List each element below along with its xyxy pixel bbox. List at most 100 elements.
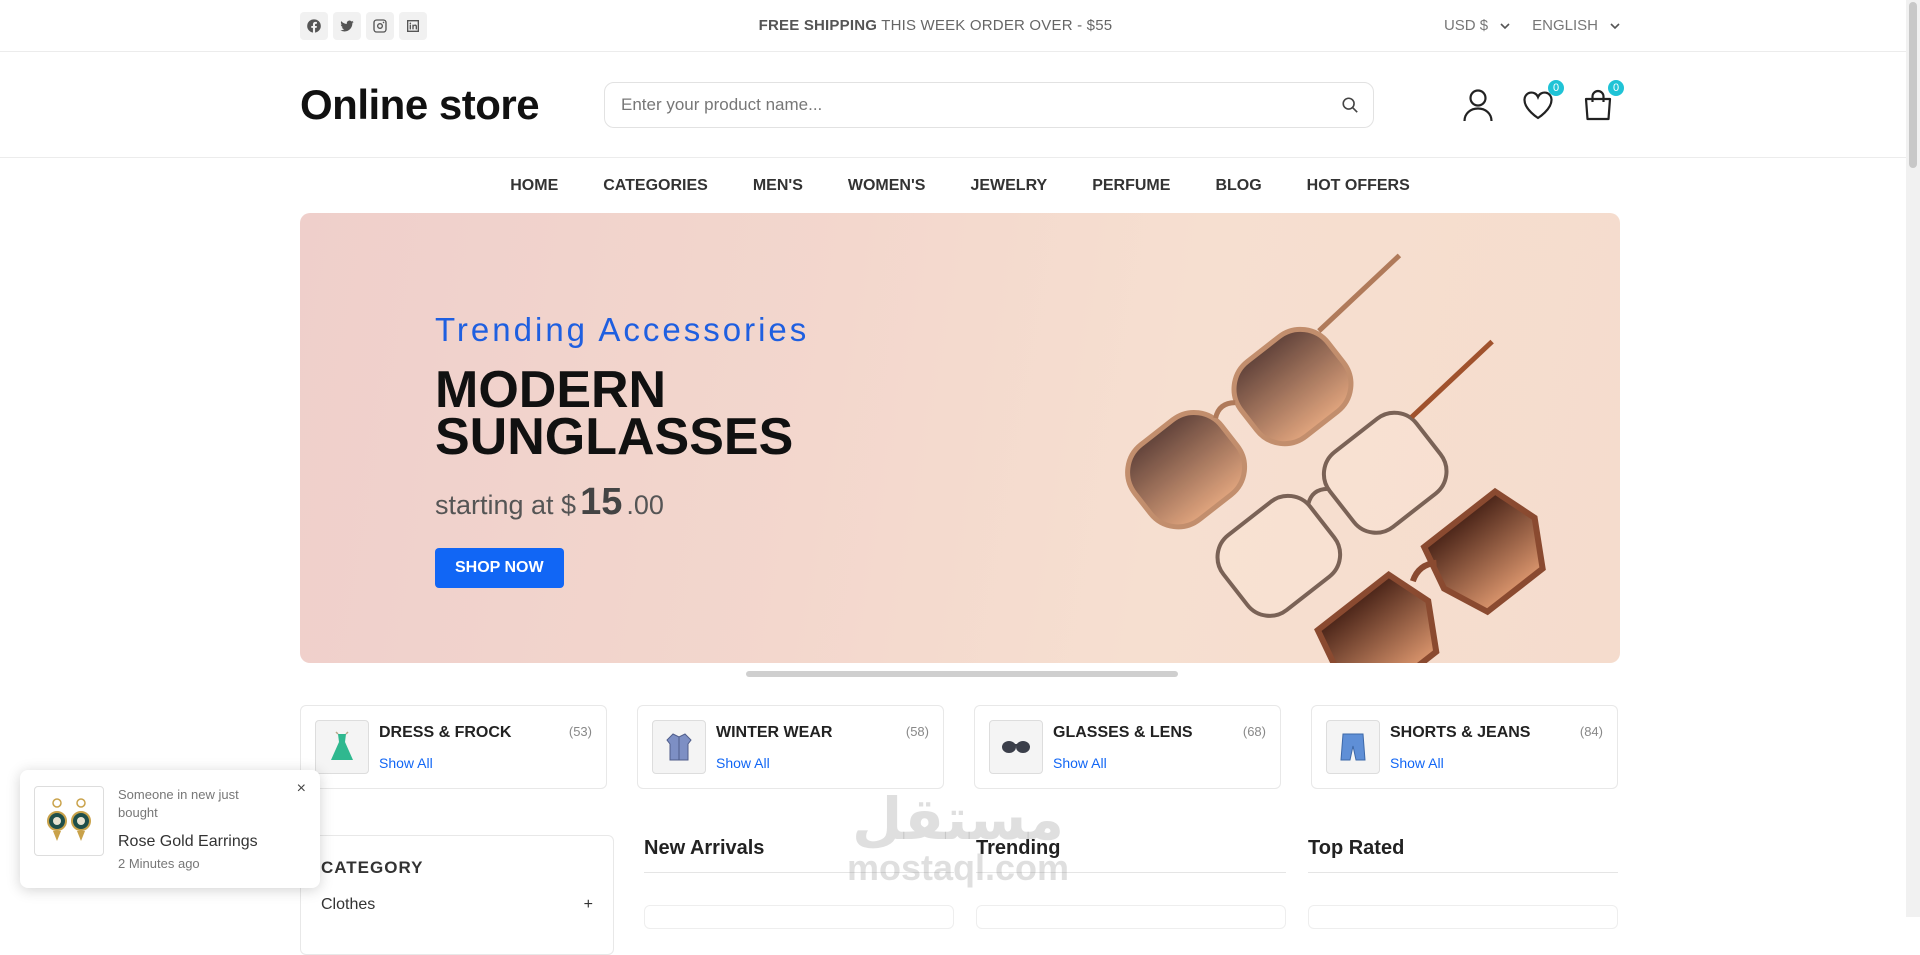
price-prefix: starting at $ — [435, 490, 577, 520]
notification-product[interactable]: Rose Gold Earrings — [118, 833, 268, 851]
column-title: Trending — [976, 837, 1286, 873]
category-count: (68) — [1242, 724, 1266, 739]
banner-content: Trending Accessories MODERN SUNGLASSES s… — [435, 311, 855, 588]
nav-womens[interactable]: WOMEN'S — [848, 177, 926, 195]
instagram-link[interactable] — [366, 11, 394, 40]
language-select[interactable]: ENGLISH — [1532, 17, 1620, 34]
nav-jewelry[interactable]: JEWELRY — [970, 177, 1047, 195]
show-all-link[interactable]: Show All — [716, 755, 929, 771]
currency-select[interactable]: USD $ — [1444, 17, 1510, 34]
price-cents: .00 — [626, 490, 664, 520]
product-card[interactable] — [1308, 905, 1618, 929]
locale-selects: USD $ ENGLISH — [1444, 17, 1620, 34]
shipping-text: THIS WEEK ORDER OVER - $55 — [877, 17, 1113, 34]
column-trending: Trending — [976, 835, 1286, 955]
search-input[interactable] — [619, 93, 1303, 116]
account-button[interactable] — [1462, 88, 1494, 122]
category-cards: DRESS & FROCK Show All (53) WINTER WEAR … — [300, 705, 1620, 789]
cart-count: 0 — [1608, 79, 1624, 96]
category-card[interactable]: WINTER WEAR Show All (58) — [637, 705, 944, 789]
shorts-icon — [1340, 733, 1366, 761]
category-count: (58) — [905, 724, 929, 739]
user-icon — [1463, 88, 1493, 121]
category-name: SHORTS & JEANS — [1390, 723, 1531, 741]
show-all-link[interactable]: Show All — [1053, 755, 1266, 771]
product-section: CATEGORY Clothes + New Arrivals Trending… — [300, 835, 1620, 955]
category-name: WINTER WEAR — [716, 723, 833, 741]
glasses-icon — [1002, 741, 1030, 753]
price-whole: 15 — [580, 481, 623, 523]
sidebar-title: CATEGORY — [321, 858, 424, 877]
linkedin-link[interactable] — [399, 11, 427, 40]
top-bar: FREE SHIPPING THIS WEEK ORDER OVER - $55… — [0, 0, 1920, 52]
nav-hot-offers[interactable]: HOT OFFERS — [1307, 177, 1410, 195]
instagram-icon — [373, 18, 387, 33]
scrollbar-thumb[interactable] — [1909, 2, 1917, 168]
coat-icon — [666, 733, 692, 761]
page-scrollbar[interactable] — [1906, 0, 1920, 917]
sidebar-item-label: Clothes — [321, 896, 376, 913]
site-logo[interactable]: Online store — [300, 81, 604, 129]
category-card[interactable]: GLASSES & LENS Show All (68) — [974, 705, 1281, 789]
hero-banner: Trending Accessories MODERN SUNGLASSES s… — [300, 213, 1620, 663]
category-info: WINTER WEAR Show All — [716, 724, 929, 771]
cart-button[interactable]: 0 — [1582, 79, 1624, 122]
chevron-down-icon — [1610, 22, 1620, 29]
show-all-link[interactable]: Show All — [379, 755, 592, 771]
notification-message: Someone in new just bought — [118, 787, 239, 820]
column-title: Top Rated — [1308, 837, 1618, 873]
social-links — [300, 11, 427, 40]
nav-mens[interactable]: MEN'S — [753, 177, 803, 195]
search-icon[interactable] — [1341, 96, 1359, 114]
banner-price: starting at $ 15.00 — [435, 481, 855, 524]
category-count: (53) — [568, 724, 592, 739]
wishlist-count: 0 — [1548, 79, 1564, 96]
category-info: DRESS & FROCK Show All — [379, 724, 592, 771]
shop-now-button[interactable]: SHOP NOW — [435, 548, 564, 588]
header-actions: 0 0 — [1462, 79, 1624, 122]
close-icon[interactable]: × — [297, 780, 306, 798]
plus-icon[interactable]: + — [584, 896, 593, 914]
nav-categories[interactable]: CATEGORIES — [603, 177, 708, 195]
product-card[interactable] — [644, 905, 954, 929]
category-name: DRESS & FROCK — [379, 723, 512, 741]
category-card[interactable]: SHORTS & JEANS Show All (84) — [1311, 705, 1618, 789]
linkedin-icon — [407, 19, 419, 32]
wishlist-button[interactable]: 0 — [1522, 79, 1564, 122]
twitter-link[interactable] — [333, 11, 361, 40]
category-image — [315, 720, 369, 774]
currency-value: USD $ — [1443, 17, 1489, 34]
notification-body: Someone in new just bought Rose Gold Ear… — [118, 786, 268, 872]
shipping-highlight: FREE SHIPPING — [758, 17, 878, 34]
search-bar — [604, 81, 1374, 128]
header: Online store 0 0 — [0, 52, 1920, 158]
nav-perfume[interactable]: PERFUME — [1092, 177, 1170, 195]
category-card[interactable]: DRESS & FROCK Show All (53) — [300, 705, 607, 789]
banner-slider-scrollbar[interactable] — [746, 671, 1178, 677]
nav-blog[interactable]: BLOG — [1215, 177, 1261, 195]
column-title: New Arrivals — [644, 837, 954, 873]
twitter-icon — [340, 20, 354, 31]
facebook-link[interactable] — [300, 11, 328, 40]
product-columns: New Arrivals Trending Top Rated — [644, 835, 1618, 955]
purchase-notification: Someone in new just bought Rose Gold Ear… — [20, 770, 320, 888]
column-new-arrivals: New Arrivals — [644, 835, 954, 955]
category-sidebar: CATEGORY Clothes + — [300, 835, 614, 955]
product-thumbnail — [34, 786, 104, 856]
category-image — [989, 720, 1043, 774]
nav-home[interactable]: HOME — [510, 177, 558, 195]
category-count: (84) — [1579, 724, 1603, 739]
sunglasses-image — [1125, 253, 1546, 663]
banner-title: MODERN SUNGLASSES — [435, 361, 794, 466]
language-value: ENGLISH — [1532, 17, 1598, 34]
dress-icon — [331, 731, 353, 760]
sidebar-item-clothes[interactable]: Clothes + — [321, 896, 593, 914]
category-image — [652, 720, 706, 774]
product-card[interactable] — [976, 905, 1286, 929]
category-info: GLASSES & LENS Show All — [1053, 724, 1266, 771]
notification-time: 2 Minutes ago — [118, 856, 200, 871]
earrings-icon — [47, 798, 91, 841]
category-name: GLASSES & LENS — [1053, 723, 1193, 741]
category-image — [1326, 720, 1380, 774]
show-all-link[interactable]: Show All — [1390, 755, 1603, 771]
